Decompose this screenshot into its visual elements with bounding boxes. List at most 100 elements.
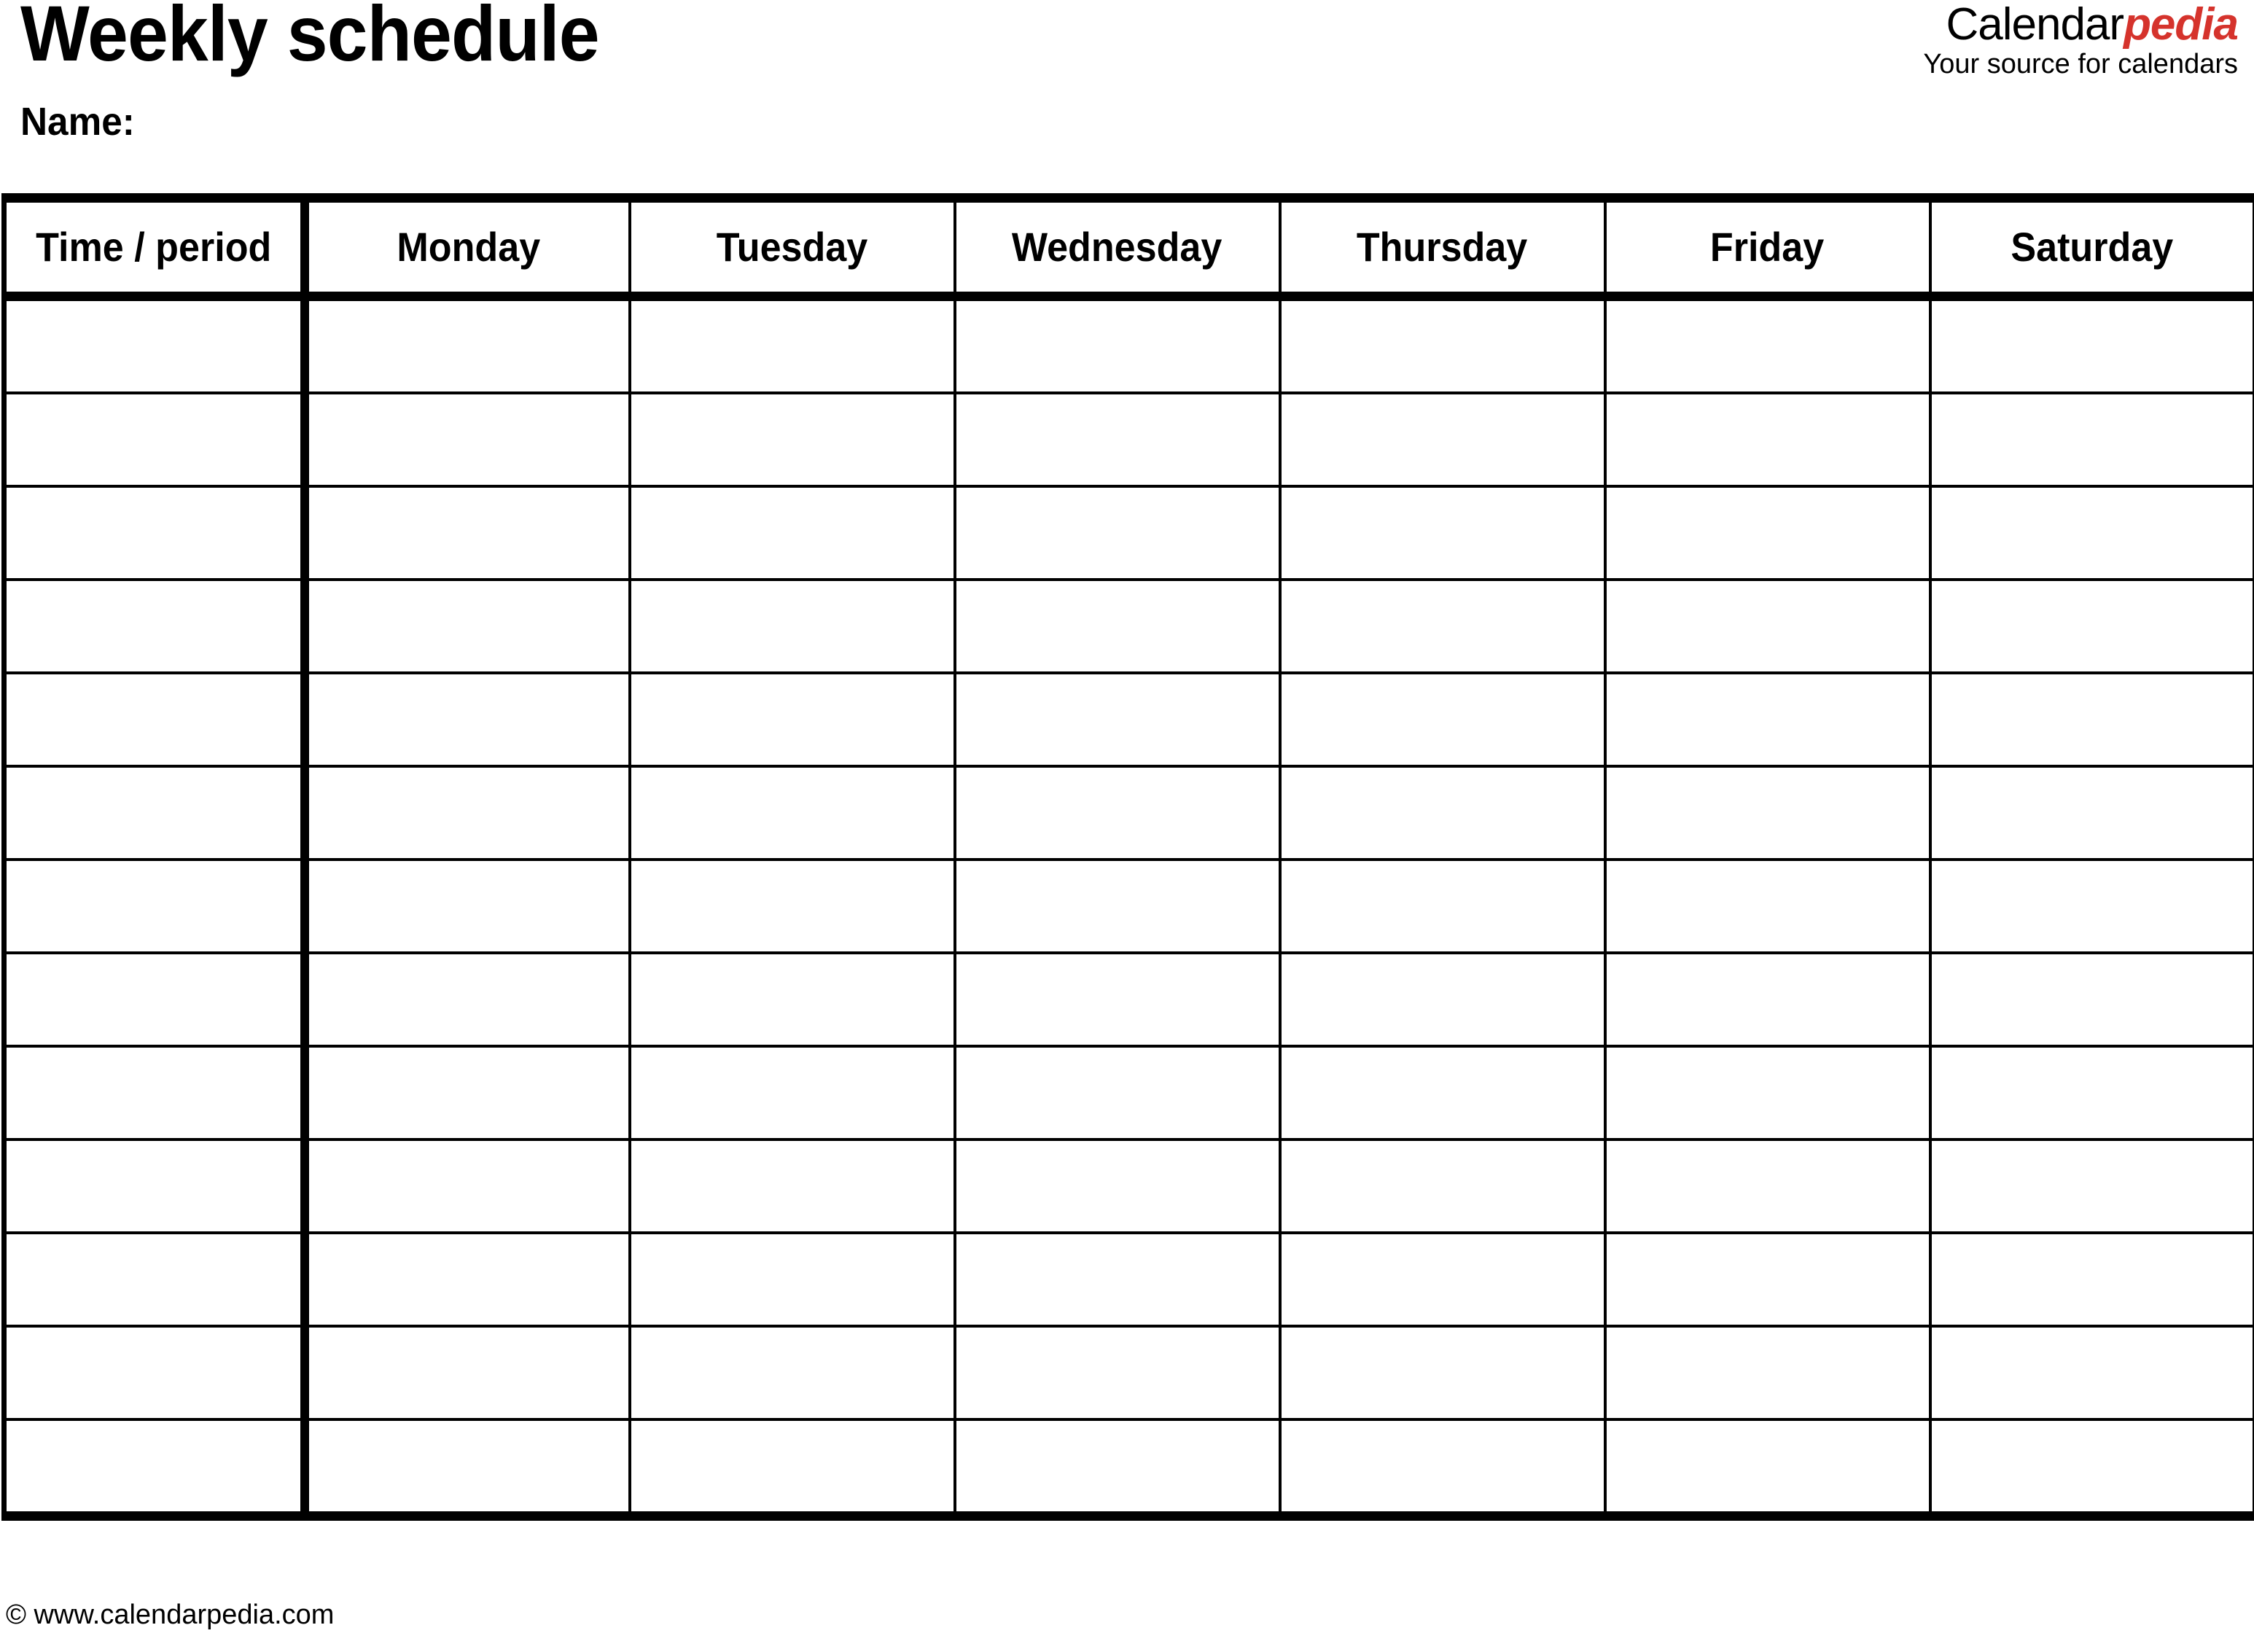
schedule-cell-saturday[interactable] xyxy=(1928,1325,2254,1421)
page-header: Weekly schedule Name: Calendarpedia Your… xyxy=(0,0,2254,193)
schedule-cell-monday[interactable] xyxy=(303,1231,631,1328)
schedule-cell-wednesday[interactable] xyxy=(953,1138,1282,1234)
schedule-cell-time[interactable] xyxy=(2,296,309,394)
schedule-row xyxy=(2,1138,2254,1234)
schedule-cell-thursday[interactable] xyxy=(1278,1325,1607,1421)
schedule-table-container: Time / period Monday Tuesday Wednesday T… xyxy=(1,193,2254,1521)
schedule-cell-saturday[interactable] xyxy=(1928,1418,2254,1516)
schedule-cell-thursday[interactable] xyxy=(1278,391,1607,488)
schedule-cell-wednesday[interactable] xyxy=(953,671,1282,768)
schedule-cell-saturday[interactable] xyxy=(1928,671,2254,768)
schedule-cell-tuesday[interactable] xyxy=(628,485,956,581)
schedule-cell-friday[interactable] xyxy=(1603,296,1932,394)
schedule-cell-wednesday[interactable] xyxy=(953,391,1282,488)
schedule-cell-wednesday[interactable] xyxy=(953,1231,1282,1328)
schedule-cell-tuesday[interactable] xyxy=(628,765,956,861)
schedule-cell-monday[interactable] xyxy=(303,1325,631,1421)
schedule-cell-tuesday[interactable] xyxy=(628,1325,956,1421)
schedule-cell-monday[interactable] xyxy=(303,1138,631,1234)
schedule-cell-friday[interactable] xyxy=(1603,765,1932,861)
schedule-cell-tuesday[interactable] xyxy=(628,296,956,394)
schedule-cell-saturday[interactable] xyxy=(1928,485,2254,581)
schedule-cell-thursday[interactable] xyxy=(1278,296,1607,394)
schedule-cell-wednesday[interactable] xyxy=(953,1325,1282,1421)
schedule-cell-saturday[interactable] xyxy=(1928,858,2254,954)
schedule-cell-time[interactable] xyxy=(2,858,309,954)
schedule-cell-saturday[interactable] xyxy=(1928,296,2254,394)
schedule-cell-saturday[interactable] xyxy=(1928,951,2254,1048)
schedule-cell-monday[interactable] xyxy=(303,1418,631,1516)
column-header-wednesday: Wednesday xyxy=(953,198,1282,301)
schedule-cell-time[interactable] xyxy=(2,485,309,581)
schedule-cell-tuesday[interactable] xyxy=(628,1138,956,1234)
schedule-cell-thursday[interactable] xyxy=(1278,1045,1607,1141)
schedule-cell-saturday[interactable] xyxy=(1928,578,2254,674)
schedule-row xyxy=(2,1418,2254,1516)
schedule-cell-time[interactable] xyxy=(2,1418,309,1516)
schedule-cell-time[interactable] xyxy=(2,1325,309,1421)
schedule-cell-saturday[interactable] xyxy=(1928,765,2254,861)
schedule-cell-monday[interactable] xyxy=(303,765,631,861)
schedule-cell-thursday[interactable] xyxy=(1278,1418,1607,1516)
schedule-cell-wednesday[interactable] xyxy=(953,951,1282,1048)
schedule-cell-saturday[interactable] xyxy=(1928,1138,2254,1234)
schedule-cell-thursday[interactable] xyxy=(1278,671,1607,768)
schedule-cell-friday[interactable] xyxy=(1603,1325,1932,1421)
schedule-cell-friday[interactable] xyxy=(1603,951,1932,1048)
schedule-cell-time[interactable] xyxy=(2,671,309,768)
schedule-cell-tuesday[interactable] xyxy=(628,391,956,488)
schedule-cell-time[interactable] xyxy=(2,391,309,488)
schedule-cell-wednesday[interactable] xyxy=(953,296,1282,394)
schedule-cell-monday[interactable] xyxy=(303,671,631,768)
schedule-cell-time[interactable] xyxy=(2,1231,309,1328)
schedule-cell-thursday[interactable] xyxy=(1278,1138,1607,1234)
schedule-cell-monday[interactable] xyxy=(303,858,631,954)
schedule-cell-monday[interactable] xyxy=(303,1045,631,1141)
schedule-cell-monday[interactable] xyxy=(303,951,631,1048)
schedule-cell-saturday[interactable] xyxy=(1928,1045,2254,1141)
schedule-cell-monday[interactable] xyxy=(303,391,631,488)
schedule-cell-monday[interactable] xyxy=(303,485,631,581)
schedule-cell-friday[interactable] xyxy=(1603,485,1932,581)
schedule-row xyxy=(2,391,2254,488)
schedule-cell-friday[interactable] xyxy=(1603,1045,1932,1141)
schedule-cell-friday[interactable] xyxy=(1603,858,1932,954)
schedule-cell-monday[interactable] xyxy=(303,578,631,674)
schedule-cell-wednesday[interactable] xyxy=(953,765,1282,861)
schedule-cell-monday[interactable] xyxy=(303,296,631,394)
schedule-cell-time[interactable] xyxy=(2,765,309,861)
column-header-friday-label: Friday xyxy=(1710,224,1825,270)
schedule-cell-wednesday[interactable] xyxy=(953,578,1282,674)
schedule-cell-friday[interactable] xyxy=(1603,671,1932,768)
schedule-cell-time[interactable] xyxy=(2,578,309,674)
schedule-row xyxy=(2,858,2254,954)
schedule-cell-thursday[interactable] xyxy=(1278,765,1607,861)
schedule-cell-saturday[interactable] xyxy=(1928,1231,2254,1328)
schedule-cell-thursday[interactable] xyxy=(1278,1231,1607,1328)
schedule-cell-wednesday[interactable] xyxy=(953,1045,1282,1141)
schedule-cell-tuesday[interactable] xyxy=(628,671,956,768)
schedule-cell-wednesday[interactable] xyxy=(953,858,1282,954)
schedule-cell-tuesday[interactable] xyxy=(628,1231,956,1328)
schedule-cell-tuesday[interactable] xyxy=(628,1418,956,1516)
column-header-wednesday-label: Wednesday xyxy=(1012,224,1222,270)
schedule-cell-wednesday[interactable] xyxy=(953,1418,1282,1516)
schedule-cell-thursday[interactable] xyxy=(1278,951,1607,1048)
schedule-cell-tuesday[interactable] xyxy=(628,578,956,674)
schedule-cell-thursday[interactable] xyxy=(1278,485,1607,581)
schedule-cell-thursday[interactable] xyxy=(1278,578,1607,674)
schedule-cell-wednesday[interactable] xyxy=(953,485,1282,581)
schedule-cell-friday[interactable] xyxy=(1603,391,1932,488)
schedule-cell-tuesday[interactable] xyxy=(628,1045,956,1141)
schedule-cell-friday[interactable] xyxy=(1603,1138,1932,1234)
schedule-cell-time[interactable] xyxy=(2,1045,309,1141)
schedule-cell-thursday[interactable] xyxy=(1278,858,1607,954)
schedule-cell-saturday[interactable] xyxy=(1928,391,2254,488)
schedule-cell-tuesday[interactable] xyxy=(628,858,956,954)
schedule-cell-tuesday[interactable] xyxy=(628,951,956,1048)
schedule-cell-time[interactable] xyxy=(2,1138,309,1234)
schedule-cell-friday[interactable] xyxy=(1603,1418,1932,1516)
schedule-cell-friday[interactable] xyxy=(1603,1231,1932,1328)
schedule-cell-time[interactable] xyxy=(2,951,309,1048)
schedule-cell-friday[interactable] xyxy=(1603,578,1932,674)
